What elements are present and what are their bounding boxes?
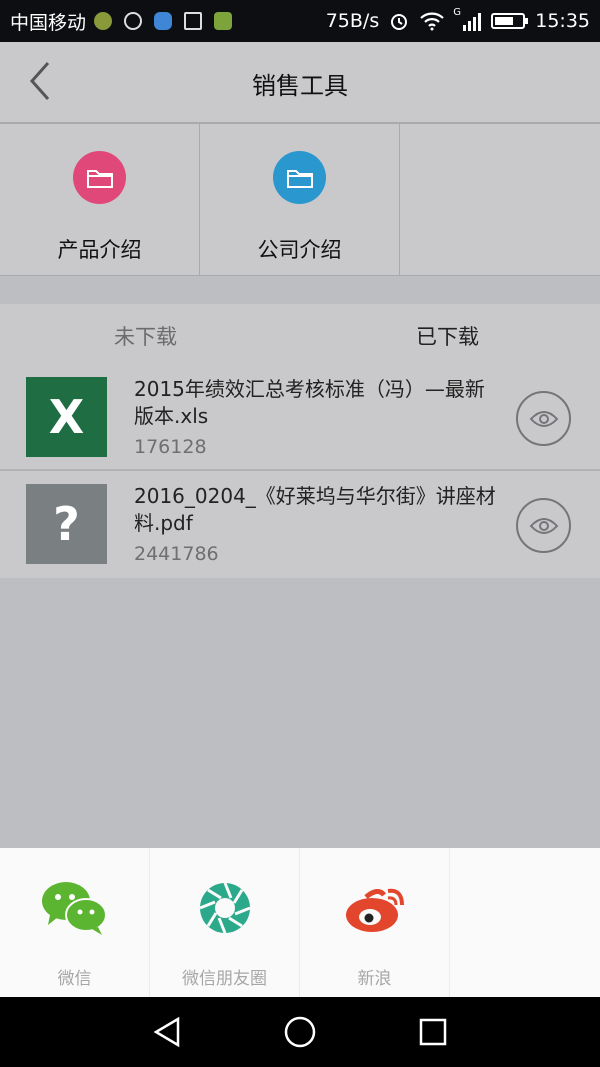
- tab-downloaded[interactable]: 已下载: [416, 321, 479, 351]
- recents-icon: [419, 1018, 447, 1046]
- home-icon: [284, 1016, 316, 1048]
- category-grid: 产品介绍 公司介绍: [0, 124, 600, 276]
- file-list: X 2015年绩效汇总考核标准（冯）—最新版本.xls 176128 ? 201…: [0, 364, 600, 578]
- category-company-intro[interactable]: 公司介绍: [200, 124, 400, 276]
- status-bar: 中国移动 75B/s G 15:35: [0, 0, 600, 42]
- notification-image-icon: [184, 12, 203, 30]
- unknown-file-icon: ?: [26, 484, 107, 564]
- notification-face-icon: [124, 12, 143, 30]
- category-product-intro[interactable]: 产品介绍: [0, 124, 200, 276]
- signal-icon: G: [453, 7, 482, 31]
- app-bar: 销售工具: [0, 42, 600, 124]
- share-label: 新浪: [357, 969, 392, 989]
- file-name: 2015年绩效汇总考核标准（冯）—最新版本.xls: [134, 377, 485, 428]
- system-nav-bar: [0, 997, 600, 1067]
- tab-not-downloaded[interactable]: 未下载: [114, 321, 177, 351]
- weibo-icon: [333, 876, 417, 940]
- excel-file-icon: X: [26, 377, 107, 457]
- network-type: G: [453, 7, 461, 18]
- moments-icon: [183, 876, 267, 940]
- battery-icon: [491, 13, 529, 29]
- wifi-icon: [420, 12, 444, 31]
- file-row[interactable]: X 2015年绩效汇总考核标准（冯）—最新版本.xls 176128: [0, 364, 600, 471]
- folder-icon: [273, 151, 326, 204]
- clock: 15:35: [535, 10, 590, 32]
- download-tabs: 未下载 已下载: [0, 304, 600, 364]
- preview-button[interactable]: [516, 391, 571, 446]
- category-empty-cell: [400, 124, 600, 276]
- alarm-icon: [391, 14, 408, 30]
- notification-app2-icon: [214, 12, 233, 30]
- share-label: 微信朋友圈: [182, 969, 267, 989]
- folder-icon: [73, 151, 126, 204]
- share-label: 微信: [57, 969, 92, 989]
- notification-app-icon: [94, 12, 113, 30]
- share-weibo[interactable]: 新浪: [300, 848, 450, 997]
- eye-icon: [529, 410, 558, 427]
- page-title: 销售工具: [252, 72, 348, 100]
- notification-bird-icon: [154, 12, 173, 30]
- network-speed: 75B/s: [325, 10, 380, 32]
- back-icon: [153, 1016, 180, 1048]
- carrier-name: 中国移动: [10, 11, 87, 34]
- file-row[interactable]: ? 2016_0204_《好莱坞与华尔街》讲座材料.pdf 2441786: [0, 471, 600, 578]
- nav-home-button[interactable]: [283, 1015, 317, 1049]
- category-label: 公司介绍: [257, 238, 342, 262]
- share-wechat[interactable]: 微信: [0, 848, 150, 997]
- category-label: 产品介绍: [57, 238, 142, 262]
- file-size: 176128: [134, 436, 207, 458]
- share-panel: 微信 微信朋友圈 新浪: [0, 848, 600, 997]
- wechat-icon: [33, 876, 117, 940]
- nav-back-button[interactable]: [150, 1015, 184, 1049]
- eye-icon: [529, 517, 558, 534]
- share-empty-slot: [450, 848, 600, 997]
- preview-button[interactable]: [516, 498, 571, 553]
- nav-recents-button[interactable]: [416, 1015, 450, 1049]
- share-moments[interactable]: 微信朋友圈: [150, 848, 300, 997]
- file-size: 2441786: [134, 543, 219, 565]
- file-name: 2016_0204_《好莱坞与华尔街》讲座材料.pdf: [134, 484, 496, 535]
